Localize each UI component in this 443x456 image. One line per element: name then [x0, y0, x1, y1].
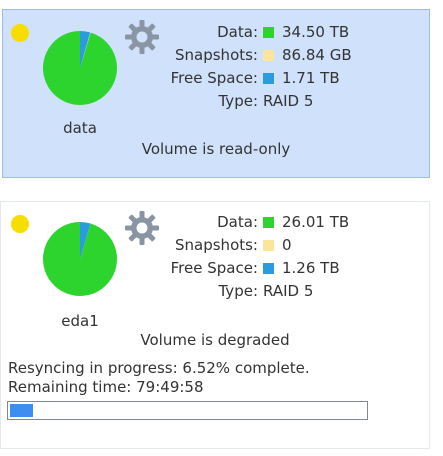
remaining-time-text: Remaining time: 79:49:58: [8, 378, 204, 396]
free-space-row: Free Space: 1.26 TB: [148, 257, 349, 280]
resync-progress-fill: [10, 404, 33, 417]
snapshots-label: Snapshots:: [175, 236, 258, 254]
snapshots-label: Snapshots:: [175, 46, 258, 64]
volume-name: data: [63, 119, 97, 137]
volume-card-eda1[interactable]: eda1 Data: 26.01 TB Snapshots: 0 Free Sp…: [0, 201, 430, 449]
type-row: Type: RAID 5: [148, 90, 352, 113]
snapshots-value: 86.84 GB: [282, 46, 352, 64]
type-label: Type:: [218, 282, 258, 300]
resync-progress-text: Resyncing in progress: 6.52% complete.: [8, 359, 310, 377]
free-space-legend-swatch: [263, 73, 274, 84]
data-label: Data:: [217, 23, 258, 41]
free-space-value: 1.26 TB: [282, 259, 340, 277]
snapshots-row: Snapshots: 0: [148, 234, 349, 257]
volume-status-text: Volume is degraded: [140, 331, 290, 349]
type-value: RAID 5: [263, 92, 314, 110]
type-value: RAID 5: [263, 282, 314, 300]
volume-info: Data: 26.01 TB Snapshots: 0 Free Space: …: [148, 211, 350, 303]
snapshots-legend-swatch: [263, 50, 274, 61]
snapshots-row: Snapshots: 86.84 GB: [148, 44, 352, 67]
data-value: 26.01 TB: [282, 213, 350, 231]
volume-name: eda1: [61, 312, 99, 330]
status-indicator-dot: [11, 24, 29, 42]
data-row: Data: 26.01 TB: [148, 211, 349, 234]
volume-status-text: Volume is read-only: [141, 140, 291, 158]
data-label: Data:: [217, 213, 258, 231]
type-label: Type:: [218, 92, 258, 110]
data-value: 34.50 TB: [282, 23, 350, 41]
free-space-legend-swatch: [263, 263, 274, 274]
volume-card-data[interactable]: data Data: 34.50 TB Snapshots: 86.84 GB …: [2, 9, 430, 178]
free-space-row: Free Space: 1.71 TB: [148, 67, 352, 90]
status-indicator-dot: [11, 215, 29, 233]
snapshots-legend-swatch: [263, 240, 274, 251]
snapshots-value: 0: [282, 236, 292, 254]
free-space-value: 1.71 TB: [282, 69, 340, 87]
volume-info: Data: 34.50 TB Snapshots: 86.84 GB Free …: [148, 21, 352, 113]
resync-progress-bar: [7, 401, 368, 420]
pie-slice-data: [43, 222, 117, 296]
volume-usage-pie-chart: [43, 31, 118, 105]
free-space-label: Free Space:: [170, 69, 258, 87]
free-space-label: Free Space:: [170, 259, 258, 277]
volume-usage-pie-chart: [43, 222, 117, 296]
pie-slice-data: [43, 31, 118, 105]
data-legend-swatch: [263, 217, 274, 228]
data-row: Data: 34.50 TB: [148, 21, 352, 44]
data-legend-swatch: [263, 27, 274, 38]
type-row: Type: RAID 5: [148, 280, 349, 303]
